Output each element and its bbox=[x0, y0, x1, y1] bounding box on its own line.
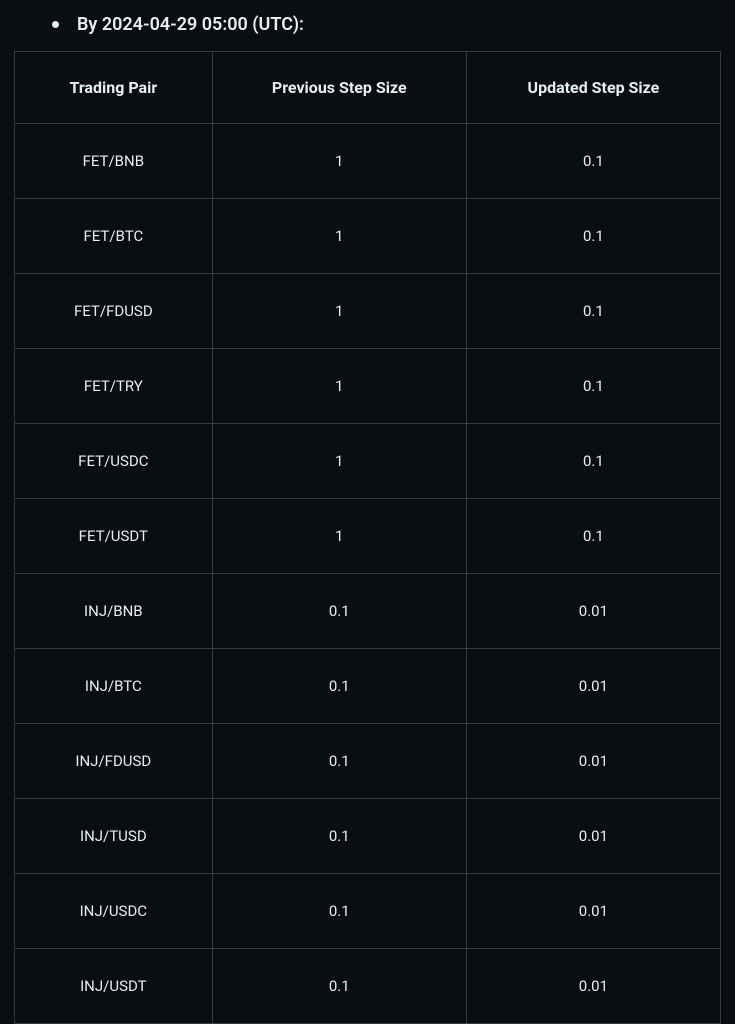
cell-trading-pair: FET/TRY bbox=[15, 349, 213, 424]
cell-previous-step: 1 bbox=[212, 499, 466, 574]
table-row: INJ/USDC0.10.01 bbox=[15, 874, 721, 949]
cell-previous-step: 0.1 bbox=[212, 724, 466, 799]
cell-updated-step: 0.01 bbox=[466, 649, 720, 724]
cell-previous-step: 1 bbox=[212, 124, 466, 199]
table-row: INJ/FDUSD0.10.01 bbox=[15, 724, 721, 799]
cell-trading-pair: FET/FDUSD bbox=[15, 274, 213, 349]
cell-trading-pair: INJ/USDC bbox=[15, 874, 213, 949]
cell-trading-pair: INJ/BTC bbox=[15, 649, 213, 724]
table-row: INJ/USDT0.10.01 bbox=[15, 949, 721, 1024]
cell-trading-pair: FET/USDT bbox=[15, 499, 213, 574]
cell-updated-step: 0.1 bbox=[466, 274, 720, 349]
cell-trading-pair: INJ/BNB bbox=[15, 574, 213, 649]
cell-previous-step: 0.1 bbox=[212, 649, 466, 724]
cell-trading-pair: FET/BTC bbox=[15, 199, 213, 274]
cell-updated-step: 0.1 bbox=[466, 124, 720, 199]
cell-trading-pair: FET/BNB bbox=[15, 124, 213, 199]
cell-previous-step: 0.1 bbox=[212, 949, 466, 1024]
table-row: FET/BTC10.1 bbox=[15, 199, 721, 274]
cell-previous-step: 1 bbox=[212, 349, 466, 424]
cell-previous-step: 0.1 bbox=[212, 874, 466, 949]
bullet-text: By 2024-04-29 05:00 (UTC): bbox=[77, 14, 304, 35]
cell-updated-step: 0.01 bbox=[466, 874, 720, 949]
step-size-table: Trading Pair Previous Step Size Updated … bbox=[14, 51, 721, 1024]
cell-updated-step: 0.01 bbox=[466, 574, 720, 649]
cell-trading-pair: INJ/TUSD bbox=[15, 799, 213, 874]
cell-updated-step: 0.1 bbox=[466, 199, 720, 274]
header-previous-step: Previous Step Size bbox=[212, 52, 466, 124]
cell-previous-step: 1 bbox=[212, 274, 466, 349]
cell-updated-step: 0.01 bbox=[466, 799, 720, 874]
cell-trading-pair: FET/USDC bbox=[15, 424, 213, 499]
cell-previous-step: 1 bbox=[212, 424, 466, 499]
cell-updated-step: 0.1 bbox=[466, 499, 720, 574]
cell-updated-step: 0.1 bbox=[466, 349, 720, 424]
cell-updated-step: 0.1 bbox=[466, 424, 720, 499]
table-row: INJ/TUSD0.10.01 bbox=[15, 799, 721, 874]
table-row: FET/BNB10.1 bbox=[15, 124, 721, 199]
header-trading-pair: Trading Pair bbox=[15, 52, 213, 124]
header-updated-step: Updated Step Size bbox=[466, 52, 720, 124]
table-row: FET/USDT10.1 bbox=[15, 499, 721, 574]
table-row: INJ/BNB0.10.01 bbox=[15, 574, 721, 649]
cell-trading-pair: INJ/FDUSD bbox=[15, 724, 213, 799]
table-row: INJ/BTC0.10.01 bbox=[15, 649, 721, 724]
table-row: FET/TRY10.1 bbox=[15, 349, 721, 424]
cell-updated-step: 0.01 bbox=[466, 724, 720, 799]
cell-previous-step: 0.1 bbox=[212, 574, 466, 649]
table-header-row: Trading Pair Previous Step Size Updated … bbox=[15, 52, 721, 124]
cell-previous-step: 1 bbox=[212, 199, 466, 274]
cell-trading-pair: INJ/USDT bbox=[15, 949, 213, 1024]
cell-previous-step: 0.1 bbox=[212, 799, 466, 874]
bullet-line: By 2024-04-29 05:00 (UTC): bbox=[52, 14, 721, 35]
table-row: FET/FDUSD10.1 bbox=[15, 274, 721, 349]
cell-updated-step: 0.01 bbox=[466, 949, 720, 1024]
table-row: FET/USDC10.1 bbox=[15, 424, 721, 499]
bullet-icon bbox=[52, 21, 59, 28]
